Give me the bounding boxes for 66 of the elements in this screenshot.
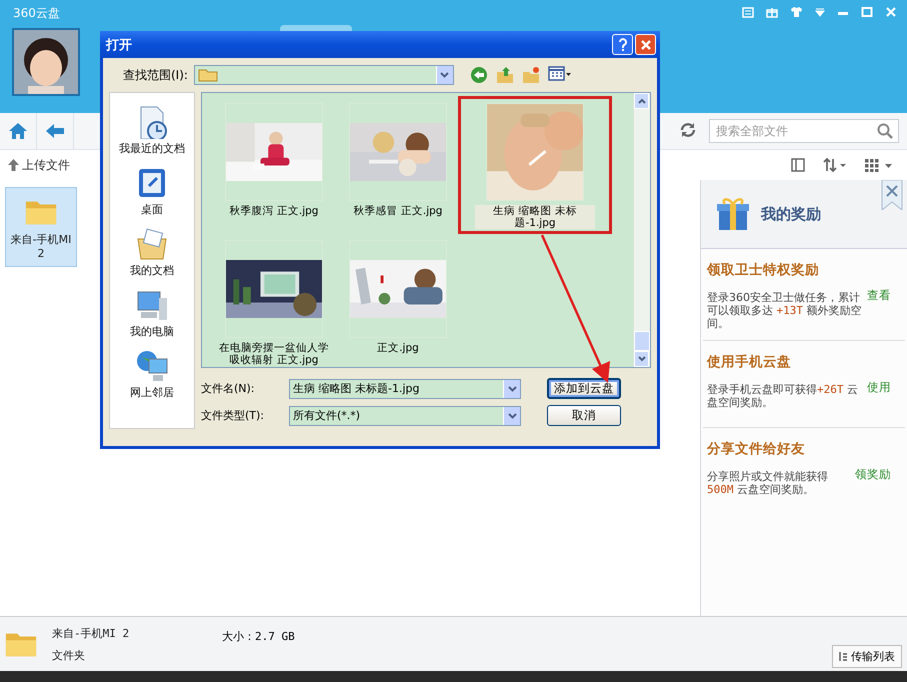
reward-description: 登录手机云盘即可获得+26T 云盘空间奖励。 bbox=[707, 383, 859, 409]
upload-button[interactable]: 上传文件 bbox=[8, 156, 70, 174]
app-title: 360云盘 bbox=[13, 5, 60, 22]
reward-link[interactable]: 查看 bbox=[867, 288, 891, 330]
dialog-button[interactable]: 取消 bbox=[547, 405, 621, 426]
view-menu-icon[interactable] bbox=[548, 66, 572, 82]
scroll-up-icon[interactable] bbox=[638, 98, 646, 104]
panel-toggle-icon[interactable] bbox=[791, 158, 805, 172]
documents-folder-icon bbox=[135, 227, 169, 261]
filetype-dropdown[interactable]: 所有文件(*.*) bbox=[289, 406, 521, 426]
place-item[interactable]: 我的文档 bbox=[128, 225, 176, 280]
folder-item[interactable]: 来自-手机MI 2 bbox=[5, 187, 77, 267]
shirt-icon[interactable] bbox=[790, 6, 803, 18]
folder-name: 来自-手机MI 2 bbox=[10, 232, 72, 260]
reward-title: 分享文件给好友 bbox=[707, 440, 806, 458]
reward-description: 登录360安全卫士做任务，累计可以领取多达 +13T 额外奖励空间。 bbox=[707, 291, 862, 330]
back-icon[interactable] bbox=[470, 66, 488, 84]
search-field[interactable]: 搜索全部文件 bbox=[709, 119, 899, 143]
place-item[interactable]: 网上邻居 bbox=[128, 347, 176, 402]
close-icon[interactable] bbox=[881, 180, 903, 210]
close-icon bbox=[640, 38, 652, 50]
reward-title: 领取卫士特权奖励 bbox=[707, 261, 820, 279]
maximize-icon[interactable] bbox=[861, 6, 873, 18]
place-item[interactable]: 我最近的文档 bbox=[117, 103, 187, 158]
calendar-icon[interactable] bbox=[742, 6, 754, 18]
avatar[interactable] bbox=[12, 28, 80, 96]
dialog-title: 打开 bbox=[106, 36, 132, 54]
look-in-dropdown[interactable] bbox=[194, 65, 454, 85]
sort-icon[interactable] bbox=[823, 158, 847, 172]
reward-link[interactable]: 使用 bbox=[867, 380, 891, 409]
reward-link[interactable]: 领奖励 bbox=[855, 467, 891, 496]
folder-name: 来自-手机MI 2 bbox=[52, 626, 130, 640]
folder-type: 文件夹 bbox=[52, 648, 86, 662]
dropdown-icon[interactable] bbox=[815, 7, 825, 17]
help-button[interactable] bbox=[612, 34, 633, 55]
scroll-thumb[interactable] bbox=[634, 331, 650, 351]
reward-title: 使用手机云盘 bbox=[707, 353, 792, 371]
gift-icon[interactable] bbox=[766, 6, 778, 18]
refresh-icon[interactable] bbox=[679, 120, 697, 138]
transfer-list-button[interactable]: 传输列表 bbox=[832, 645, 902, 668]
search-icon[interactable] bbox=[877, 123, 893, 139]
place-item[interactable]: 我的电脑 bbox=[128, 286, 176, 341]
upload-arrow-icon bbox=[8, 159, 19, 171]
dialog-button[interactable]: 添加到云盘 bbox=[547, 378, 621, 399]
folder-size: 大小：2.7 GB bbox=[222, 629, 295, 644]
gift-box-icon bbox=[715, 196, 751, 232]
filename-field[interactable]: 生病 缩略图 未标题-1.jpg bbox=[289, 378, 521, 398]
folder-icon bbox=[198, 68, 218, 82]
network-icon bbox=[135, 349, 169, 383]
list-icon bbox=[839, 651, 848, 662]
up-folder-icon[interactable] bbox=[496, 66, 514, 84]
question-mark-icon bbox=[618, 38, 628, 52]
field-label: 文件类型(T): bbox=[201, 408, 266, 423]
place-item[interactable]: 桌面 bbox=[133, 164, 171, 219]
close-button[interactable] bbox=[635, 34, 656, 55]
scrollbar[interactable] bbox=[633, 93, 650, 367]
home-icon[interactable] bbox=[8, 122, 28, 140]
back-arrow-icon[interactable] bbox=[45, 123, 65, 139]
scroll-down-icon[interactable] bbox=[638, 356, 646, 362]
grid-view-icon[interactable] bbox=[865, 158, 893, 172]
new-folder-icon[interactable] bbox=[522, 66, 540, 84]
reward-description: 分享照片或文件就能获得 500M 云盘空间奖励。 bbox=[707, 470, 829, 496]
panel-title: 我的奖励 bbox=[761, 204, 821, 224]
field-label: 文件名(N): bbox=[201, 381, 256, 396]
file-item[interactable]: 生病 缩略图 未标题-1.jpg bbox=[460, 98, 610, 232]
look-in-label: 查找范围(I): bbox=[123, 66, 188, 84]
